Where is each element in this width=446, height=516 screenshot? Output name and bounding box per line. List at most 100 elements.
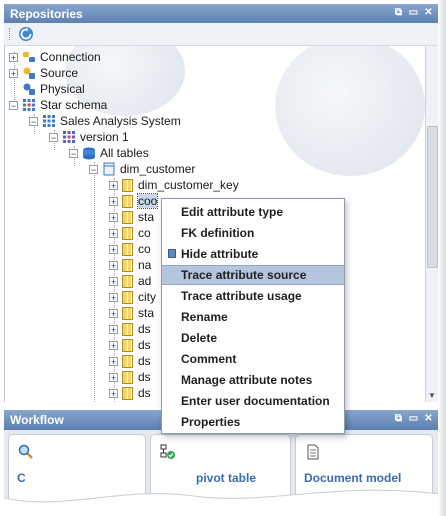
expand-icon[interactable]: +	[109, 276, 118, 286]
table-icon	[103, 162, 115, 176]
restore-icon[interactable]: ⧉	[393, 413, 404, 424]
tree-node-column[interactable]: + coo	[109, 193, 159, 209]
menu-item-label: Trace attribute usage	[181, 289, 302, 303]
collapse-icon[interactable]: −	[9, 100, 18, 110]
expand-icon[interactable]: +	[109, 356, 118, 366]
tree-node-column[interactable]: + ds	[109, 353, 151, 369]
column-icon	[122, 290, 133, 304]
collapse-icon[interactable]: −	[89, 164, 98, 174]
menu-item-label: Trace attribute source	[181, 268, 307, 282]
tree-node-column[interactable]: + city	[109, 289, 156, 305]
tree-node-label: na	[138, 258, 152, 272]
column-icon	[122, 306, 133, 320]
tree-node-column[interactable]: + ad	[109, 273, 151, 289]
tree-node-label: co	[138, 226, 151, 240]
menu-item[interactable]: Delete	[162, 328, 344, 348]
page-curl	[4, 489, 440, 516]
tree-node-all-tables[interactable]: − All tables	[69, 145, 149, 161]
expand-icon[interactable]: +	[109, 340, 118, 350]
tree-node-connection[interactable]: + Connection	[9, 49, 101, 65]
tree-node-column[interactable]: + na	[109, 257, 151, 273]
tree-node-label: sta	[138, 210, 155, 224]
tree-node-column[interactable]: + ds	[109, 385, 151, 401]
refresh-icon[interactable]	[18, 26, 34, 42]
expand-icon[interactable]: +	[109, 324, 118, 334]
tree-node-label: ds	[138, 354, 151, 368]
expand-icon[interactable]: +	[9, 68, 18, 78]
menu-item-label: Rename	[181, 310, 228, 324]
tree-node-column[interactable]: + ds	[109, 337, 151, 353]
menu-item[interactable]: Edit attribute type	[162, 202, 344, 222]
menu-item[interactable]: Trace attribute source	[162, 265, 344, 285]
tree-node-sales-analysis-system[interactable]: − Sales Analysis System	[29, 113, 181, 129]
column-icon	[122, 386, 133, 400]
physical-icon	[23, 83, 35, 95]
expand-icon[interactable]: +	[109, 180, 118, 190]
collapse-icon[interactable]: −	[29, 116, 38, 126]
scrollbar-thumb[interactable]	[427, 126, 438, 268]
tree-node-star-schema[interactable]: − Star schema	[9, 97, 107, 113]
tree-node-column[interactable]: + co	[109, 225, 151, 241]
source-icon	[23, 67, 35, 79]
close-icon[interactable]: ✕	[423, 413, 434, 424]
menu-item[interactable]: Hide attribute	[162, 244, 344, 264]
menu-item[interactable]: Manage attribute notes	[162, 370, 344, 390]
tree-node-physical[interactable]: Physical	[22, 81, 85, 97]
expand-icon[interactable]: +	[109, 212, 118, 222]
tree-node-label: ad	[138, 274, 152, 288]
expand-icon[interactable]: +	[109, 196, 118, 206]
tree-node-label: Source	[40, 66, 79, 80]
restore-icon[interactable]: ⧉	[393, 7, 404, 18]
minimize-icon[interactable]: ▭	[408, 7, 419, 18]
menu-item[interactable]: FK definition	[162, 223, 344, 243]
expand-icon[interactable]: +	[109, 228, 118, 238]
minimize-icon[interactable]: ▭	[408, 413, 419, 424]
star-schema-icon	[23, 99, 35, 111]
tree-node-column[interactable]: + ds	[109, 321, 151, 337]
tree-node-column[interactable]: + sta	[109, 209, 154, 225]
scroll-down-arrow-icon[interactable]: ▼	[428, 391, 436, 400]
tree-node-label: dim_customer	[120, 162, 196, 176]
column-icon	[122, 370, 133, 384]
star-schema-icon	[43, 115, 55, 127]
menu-item[interactable]: Comment	[162, 349, 344, 369]
tree-node-source[interactable]: + Source	[9, 65, 78, 81]
collapse-icon[interactable]: −	[49, 132, 58, 142]
expand-icon[interactable]: +	[109, 372, 118, 382]
tree-node-label: version 1	[80, 130, 129, 144]
column-icon	[122, 354, 133, 368]
expand-icon[interactable]: +	[109, 292, 118, 302]
menu-item[interactable]: Enter user documentation	[162, 391, 344, 411]
tree-node-version-1[interactable]: − version 1	[49, 129, 129, 145]
column-icon	[122, 274, 133, 288]
menu-item[interactable]: Properties	[162, 412, 344, 432]
column-icon	[122, 178, 133, 192]
menu-item[interactable]: Rename	[162, 307, 344, 327]
expand-icon[interactable]: +	[109, 244, 118, 254]
column-icon	[122, 338, 133, 352]
context-menu: Edit attribute type FK definition Hide att…	[161, 198, 345, 434]
tree-scrollbar[interactable]: ▼	[425, 46, 438, 402]
tree-node-column[interactable]: + sta	[109, 305, 154, 321]
menu-item-label: Comment	[181, 352, 237, 366]
menu-item[interactable]: Trace attribute usage	[162, 286, 344, 306]
close-icon[interactable]: ✕	[423, 7, 434, 18]
collapse-icon[interactable]: −	[69, 148, 78, 158]
window-shadow-right	[438, 0, 446, 516]
column-icon	[122, 242, 133, 256]
tree-node-column[interactable]: + ds	[109, 369, 151, 385]
menu-item-label: Delete	[181, 331, 218, 345]
tree-node-label: co	[138, 242, 151, 256]
expand-icon[interactable]: +	[9, 52, 18, 62]
column-icon	[122, 322, 133, 336]
tree-node-label: Star schema	[40, 98, 108, 112]
expand-icon[interactable]: +	[109, 260, 118, 270]
tree-node-column[interactable]: + dim_customer_key	[109, 177, 239, 193]
tree-node-label: city	[138, 290, 156, 304]
expand-icon[interactable]: +	[109, 308, 118, 318]
tree-node-column[interactable]: + co	[109, 241, 151, 257]
tree-node-dim-customer[interactable]: − dim_customer	[89, 161, 195, 177]
repositories-title: Repositories	[10, 7, 83, 21]
expand-icon[interactable]: +	[109, 388, 118, 398]
column-icon	[122, 210, 133, 224]
